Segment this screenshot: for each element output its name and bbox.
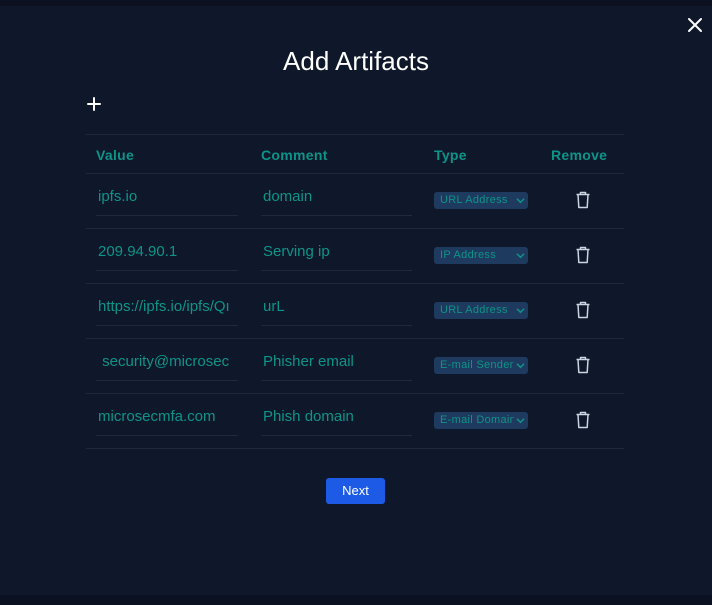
type-select[interactable]: URL Address bbox=[434, 302, 528, 319]
value-input[interactable]: https://ipfs.io/ipfs/Qı bbox=[96, 294, 238, 326]
chevron-down-icon bbox=[516, 253, 525, 259]
trash-icon[interactable] bbox=[575, 191, 591, 209]
trash-icon[interactable] bbox=[575, 301, 591, 319]
type-select[interactable]: IP Address bbox=[434, 247, 528, 264]
type-select[interactable]: E-mail Sender bbox=[434, 357, 528, 374]
value-input[interactable]: ipfs.io bbox=[96, 184, 238, 216]
chevron-down-icon bbox=[516, 418, 525, 424]
table-row: ipfs.io domain URL Address bbox=[86, 174, 624, 229]
type-select-value: E-mail Sender bbox=[440, 359, 514, 371]
table-row: 209.94.90.1 Serving ip IP Address bbox=[86, 229, 624, 284]
table-row: microsecmfa.com Phish domain E-mail Doma… bbox=[86, 394, 624, 449]
trash-icon[interactable] bbox=[575, 411, 591, 429]
plus-icon[interactable] bbox=[86, 96, 102, 112]
table-row: security@microsec Phisher email E-mail S… bbox=[86, 339, 624, 394]
value-input[interactable]: 209.94.90.1 bbox=[96, 239, 238, 271]
comment-input[interactable]: urL bbox=[261, 294, 412, 326]
comment-input[interactable]: domain bbox=[261, 184, 412, 216]
type-select-value: URL Address bbox=[440, 304, 508, 316]
trash-icon[interactable] bbox=[575, 356, 591, 374]
table-header: Value Comment Type Remove bbox=[86, 135, 624, 174]
header-value: Value bbox=[96, 147, 135, 163]
header-comment: Comment bbox=[261, 147, 328, 163]
type-select-value: URL Address bbox=[440, 194, 508, 206]
table-row: https://ipfs.io/ipfs/Qı urL URL Address bbox=[86, 284, 624, 339]
header-type: Type bbox=[434, 147, 467, 163]
chevron-down-icon bbox=[516, 308, 525, 314]
artifacts-table: Value Comment Type Remove ipfs.io domain… bbox=[86, 134, 624, 449]
chevron-down-icon bbox=[516, 363, 525, 369]
type-select[interactable]: URL Address bbox=[434, 192, 528, 209]
close-icon[interactable] bbox=[686, 16, 704, 34]
modal-title: Add Artifacts bbox=[283, 46, 429, 76]
type-select-value: IP Address bbox=[440, 249, 496, 261]
comment-input[interactable]: Phisher email bbox=[261, 349, 412, 381]
value-input[interactable]: security@microsec bbox=[96, 349, 238, 381]
chevron-down-icon bbox=[516, 198, 525, 204]
next-button[interactable]: Next bbox=[326, 478, 385, 504]
type-select-value: E-mail Domain bbox=[440, 414, 514, 426]
comment-input[interactable]: Phish domain bbox=[261, 404, 412, 436]
header-remove: Remove bbox=[551, 147, 608, 163]
trash-icon[interactable] bbox=[575, 246, 591, 264]
type-select[interactable]: E-mail Domain bbox=[434, 412, 528, 429]
value-input[interactable]: microsecmfa.com bbox=[96, 404, 238, 436]
comment-input[interactable]: Serving ip bbox=[261, 239, 412, 271]
add-artifacts-modal: Add Artifacts Value Comment Type Remove … bbox=[0, 6, 712, 595]
